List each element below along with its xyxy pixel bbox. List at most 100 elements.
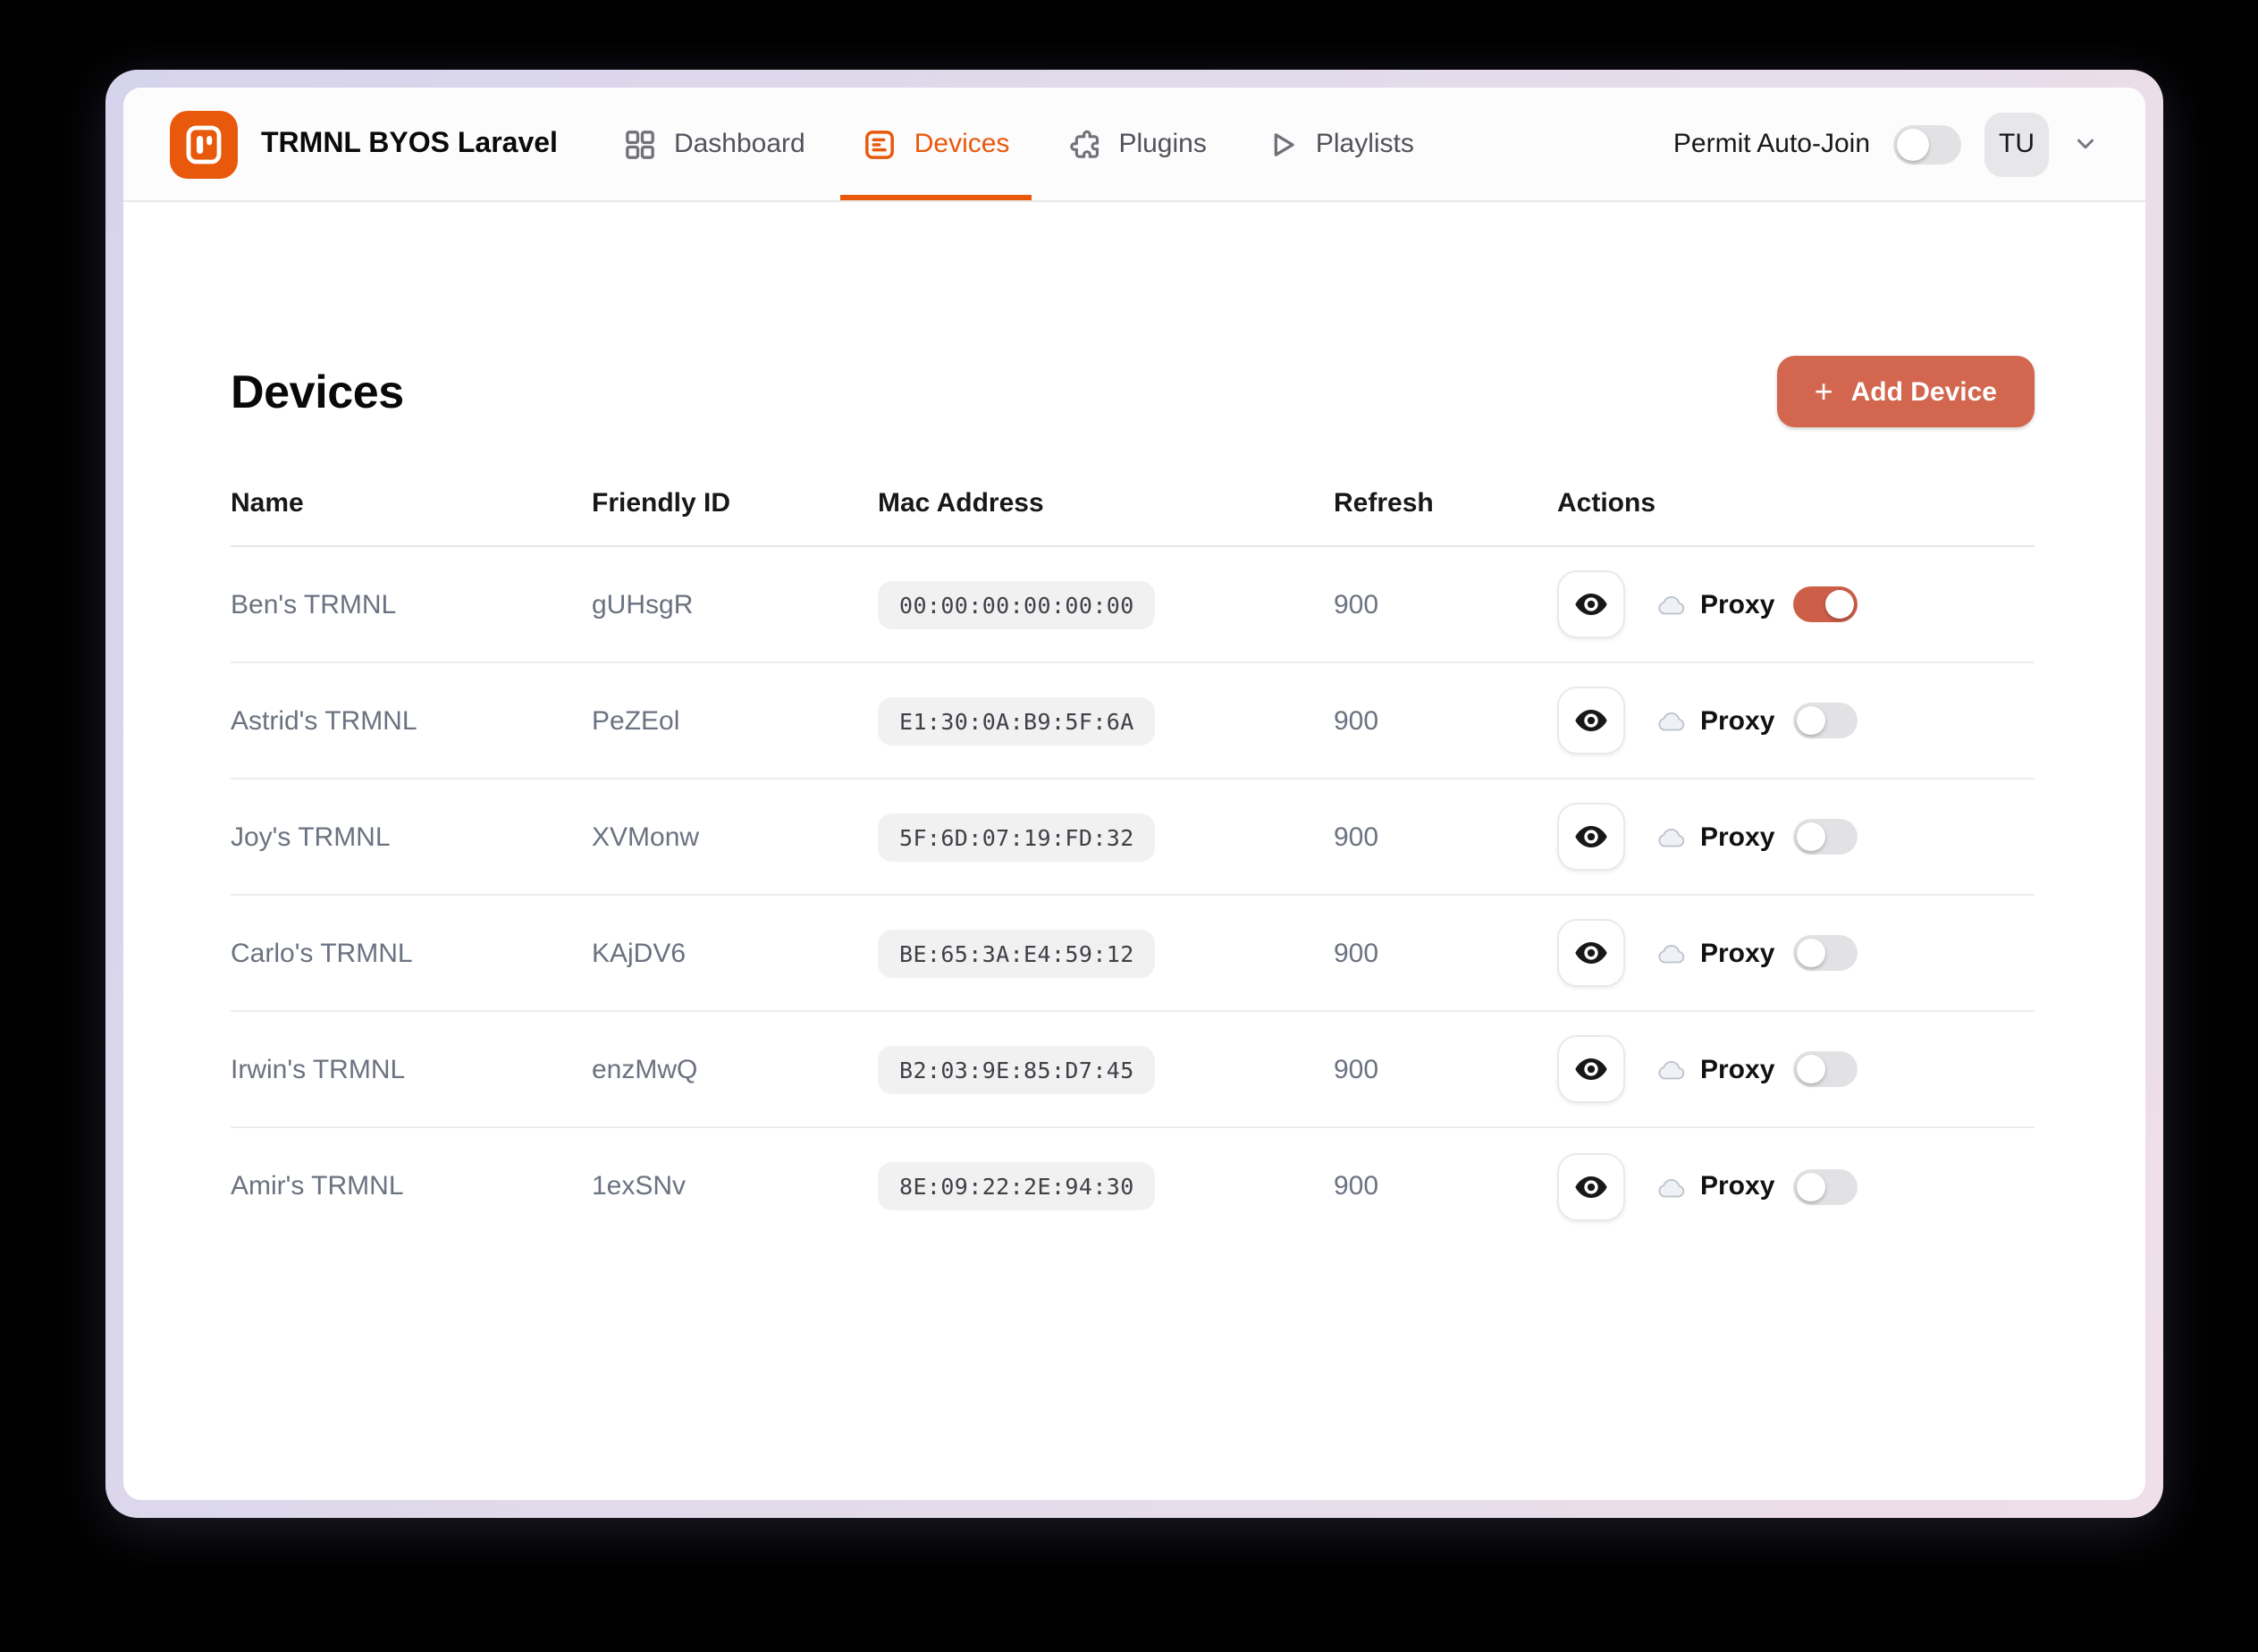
row-actions: Proxy bbox=[1557, 687, 2035, 754]
device-name: Astrid's TRMNL bbox=[231, 705, 417, 736]
puzzle-icon bbox=[1069, 129, 1099, 157]
device-refresh: 900 bbox=[1334, 705, 1379, 736]
proxy-label: Proxy bbox=[1700, 705, 1775, 736]
add-device-button[interactable]: + Add Device bbox=[1776, 356, 2035, 427]
view-device-button[interactable] bbox=[1557, 919, 1625, 987]
proxy-group: Proxy bbox=[1656, 705, 1774, 736]
view-device-button[interactable] bbox=[1557, 687, 1625, 754]
brand-area: TRMNL BYOS Laravel bbox=[170, 88, 558, 200]
trmnl-logo-icon[interactable] bbox=[170, 110, 238, 178]
mac-address-badge: E1:30:0A:B9:5F:6A bbox=[878, 696, 1156, 745]
device-name: Joy's TRMNL bbox=[231, 822, 391, 852]
device-friendly-id: 1exSNv bbox=[592, 1171, 687, 1201]
eye-icon bbox=[1575, 1176, 1607, 1197]
nav-label: Devices bbox=[914, 129, 1010, 159]
mac-address-badge: B2:03:9E:85:D7:45 bbox=[878, 1045, 1156, 1093]
proxy-toggle[interactable] bbox=[1792, 1051, 1858, 1087]
toggle-knob bbox=[1796, 939, 1825, 967]
nav-tab-playlists[interactable]: Playlists bbox=[1264, 88, 1414, 200]
navbar-right: Permit Auto-Join TU bbox=[1673, 88, 2099, 200]
table-row: Irwin's TRMNL enzMwQ B2:03:9E:85:D7:45 9… bbox=[231, 1012, 2035, 1128]
device-name: Carlo's TRMNL bbox=[231, 938, 413, 968]
proxy-label: Proxy bbox=[1700, 1054, 1775, 1084]
column-header-friendly-id: Friendly ID bbox=[592, 488, 731, 518]
toggle-knob bbox=[1796, 822, 1825, 851]
device-friendly-id: enzMwQ bbox=[592, 1054, 698, 1084]
row-actions: Proxy bbox=[1557, 803, 2035, 871]
eye-icon bbox=[1575, 594, 1607, 615]
device-name: Irwin's TRMNL bbox=[231, 1054, 406, 1084]
eye-icon bbox=[1575, 710, 1607, 731]
nav-label: Plugins bbox=[1118, 129, 1207, 159]
page-title: Devices bbox=[231, 364, 404, 417]
proxy-toggle[interactable] bbox=[1792, 703, 1858, 738]
eye-icon bbox=[1575, 1058, 1607, 1080]
table-row: Amir's TRMNL 1exSNv 8E:09:22:2E:94:30 90… bbox=[231, 1128, 2035, 1244]
add-device-label: Add Device bbox=[1850, 376, 1997, 407]
cloud-icon bbox=[1658, 712, 1685, 731]
view-device-button[interactable] bbox=[1557, 803, 1625, 871]
row-actions: Proxy bbox=[1557, 919, 2035, 987]
device-refresh: 900 bbox=[1334, 822, 1379, 852]
nav-label: Dashboard bbox=[673, 129, 805, 159]
row-actions: Proxy bbox=[1557, 1152, 2035, 1220]
row-actions: Proxy bbox=[1557, 570, 2035, 638]
main-nav: Dashboard Devices Plugins Playlists bbox=[594, 88, 1443, 200]
proxy-label: Proxy bbox=[1700, 1171, 1775, 1201]
mac-address-badge: BE:65:3A:E4:59:12 bbox=[878, 929, 1156, 977]
column-header-mac-address: Mac Address bbox=[878, 488, 1044, 518]
proxy-group: Proxy bbox=[1656, 938, 1774, 968]
view-device-button[interactable] bbox=[1557, 1035, 1625, 1103]
table-row: Ben's TRMNL gUHsgR 00:00:00:00:00:00 900… bbox=[231, 547, 2035, 663]
view-device-button[interactable] bbox=[1557, 570, 1625, 638]
cloud-icon bbox=[1658, 1178, 1685, 1197]
cloud-icon bbox=[1658, 596, 1685, 615]
devices-page: Devices + Add Device Name Friendly ID Ma… bbox=[123, 202, 2145, 1244]
permit-auto-join-label: Permit Auto-Join bbox=[1672, 129, 1870, 159]
proxy-toggle[interactable] bbox=[1792, 935, 1858, 971]
row-actions: Proxy bbox=[1557, 1035, 2035, 1103]
page-header: Devices + Add Device bbox=[231, 356, 2035, 427]
device-refresh: 900 bbox=[1334, 938, 1379, 968]
column-header-refresh: Refresh bbox=[1334, 488, 1434, 518]
toggle-knob bbox=[1824, 590, 1854, 619]
top-navbar: TRMNL BYOS Laravel Dashboard Devices Plu… bbox=[123, 88, 2145, 202]
app-title: TRMNL BYOS Laravel bbox=[261, 128, 558, 158]
device-refresh: 900 bbox=[1334, 1054, 1379, 1084]
device-friendly-id: PeZEol bbox=[592, 705, 680, 736]
proxy-toggle[interactable] bbox=[1792, 586, 1858, 622]
eye-icon bbox=[1575, 826, 1607, 847]
nav-label: Playlists bbox=[1315, 129, 1414, 159]
mac-address-badge: 5F:6D:07:19:FD:32 bbox=[878, 813, 1156, 861]
cloud-icon bbox=[1658, 945, 1685, 964]
device-friendly-id: KAjDV6 bbox=[592, 938, 687, 968]
proxy-group: Proxy bbox=[1656, 589, 1774, 620]
table-row: Carlo's TRMNL KAjDV6 BE:65:3A:E4:59:12 9… bbox=[231, 896, 2035, 1012]
view-device-button[interactable] bbox=[1557, 1152, 1625, 1220]
user-avatar[interactable]: TU bbox=[1984, 112, 2049, 176]
proxy-label: Proxy bbox=[1700, 589, 1775, 620]
mac-address-badge: 00:00:00:00:00:00 bbox=[878, 580, 1156, 628]
nav-tab-devices[interactable]: Devices bbox=[840, 88, 1032, 200]
screen: TRMNL BYOS Laravel Dashboard Devices Plu… bbox=[0, 0, 2258, 1652]
permit-auto-join-toggle[interactable] bbox=[1893, 124, 1961, 164]
proxy-toggle[interactable] bbox=[1792, 819, 1858, 855]
cloud-icon bbox=[1658, 1061, 1685, 1080]
nav-tab-plugins[interactable]: Plugins bbox=[1066, 88, 1207, 200]
nav-tab-dashboard[interactable]: Dashboard bbox=[622, 88, 805, 200]
dashboard-grid-icon bbox=[626, 130, 654, 158]
toggle-knob bbox=[1897, 128, 1929, 160]
proxy-toggle[interactable] bbox=[1792, 1168, 1858, 1204]
device-refresh: 900 bbox=[1334, 589, 1379, 620]
app-content: TRMNL BYOS Laravel Dashboard Devices Plu… bbox=[123, 88, 2145, 1500]
table-row: Joy's TRMNL XVMonw 5F:6D:07:19:FD:32 900… bbox=[231, 780, 2035, 896]
devices-table: Name Friendly ID Mac Address Refresh Act… bbox=[231, 488, 2035, 1244]
devices-list-icon bbox=[865, 130, 895, 158]
toggle-knob bbox=[1796, 1055, 1825, 1083]
table-row: Astrid's TRMNL PeZEol E1:30:0A:B9:5F:6A … bbox=[231, 663, 2035, 780]
proxy-group: Proxy bbox=[1656, 822, 1774, 852]
device-name: Ben's TRMNL bbox=[231, 589, 397, 620]
user-menu-chevron[interactable] bbox=[2072, 131, 2099, 157]
play-icon bbox=[1274, 132, 1294, 156]
device-friendly-id: XVMonw bbox=[592, 822, 700, 852]
